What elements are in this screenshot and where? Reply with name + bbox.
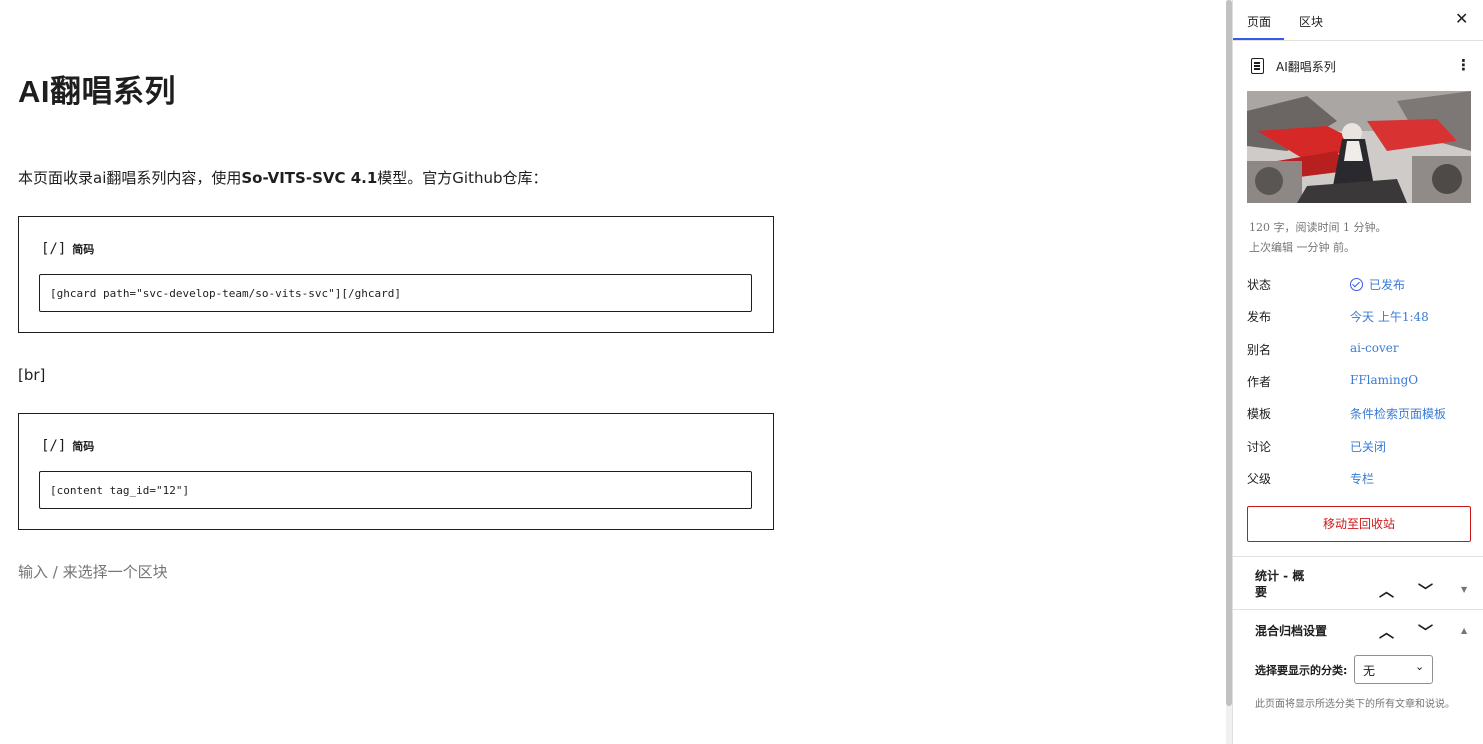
- br-paragraph[interactable]: [br]: [18, 366, 45, 384]
- shortcode-label: 简码: [72, 440, 95, 453]
- shortcode-icon: [/]: [41, 438, 67, 454]
- shortcode-input[interactable]: [content tag_id="12"]: [39, 471, 752, 509]
- archive-panel-title[interactable]: 混合归档设置: [1255, 623, 1327, 639]
- discussion-link[interactable]: 已关闭: [1350, 438, 1386, 455]
- page-title[interactable]: AI翻唱系列: [18, 66, 176, 111]
- move-down-icon[interactable]: ﹀: [1418, 621, 1433, 642]
- published-check-icon: [1350, 278, 1363, 291]
- intro-text-bold: So-VITS-SVC 4.1: [241, 169, 378, 187]
- status-label: 状态: [1247, 278, 1272, 292]
- move-down-icon[interactable]: ﹀: [1418, 580, 1433, 601]
- stats-panel-title[interactable]: 统计 - 概要: [1255, 568, 1315, 600]
- status-text: 已发布: [1369, 278, 1406, 292]
- active-tab-indicator: [1233, 38, 1284, 40]
- author-label: 作者: [1247, 375, 1272, 389]
- category-select[interactable]: 无 ⌄: [1354, 655, 1433, 684]
- panel-divider: [1233, 609, 1483, 610]
- parent-link[interactable]: 专栏: [1350, 470, 1374, 487]
- block-appender-placeholder[interactable]: 输入 / 来选择一个区块: [18, 561, 168, 582]
- tab-block[interactable]: 区块: [1299, 13, 1323, 30]
- featured-image[interactable]: [1247, 91, 1471, 203]
- page-icon: [1251, 58, 1264, 74]
- shortcode-icon: [/]: [41, 241, 67, 257]
- move-up-icon[interactable]: ︿: [1379, 580, 1394, 601]
- intro-text-suffix: 模型。官方Github仓库：: [377, 169, 548, 187]
- collapse-icon[interactable]: ▲: [1461, 626, 1467, 635]
- expand-icon[interactable]: ▼: [1461, 585, 1467, 594]
- panel-divider: [1233, 556, 1483, 557]
- author-link[interactable]: FFlamingO: [1350, 373, 1418, 387]
- category-select-label: 选择要显示的分类:: [1255, 664, 1348, 677]
- featured-image-art: [1247, 91, 1471, 203]
- shortcode-header: [/] 简码: [41, 438, 94, 454]
- discussion-label: 讨论: [1247, 440, 1272, 454]
- shortcode-block-1[interactable]: [/] 简码 [ghcard path="svc-develop-team/so…: [18, 216, 774, 333]
- shortcode-header: [/] 简码: [41, 241, 94, 257]
- reading-time: 120 字，阅读时间 1 分钟。: [1249, 221, 1387, 234]
- intro-text-prefix: 本页面收录ai翻唱系列内容，使用: [18, 169, 242, 187]
- category-help-text: 此页面将显示所选分类下的所有文章和说说。: [1255, 699, 1455, 710]
- more-options-icon[interactable]: ⋮: [1456, 56, 1471, 74]
- close-icon[interactable]: ✕: [1455, 9, 1468, 28]
- sidebar-tabs: 页面 区块 ✕: [1233, 0, 1483, 41]
- slug-label: 别名: [1247, 343, 1272, 357]
- parent-label: 父级: [1247, 472, 1272, 486]
- shortcode-input[interactable]: [ghcard path="svc-develop-team/so-vits-s…: [39, 274, 752, 312]
- document-title: AI翻唱系列: [1276, 60, 1336, 74]
- shortcode-block-2[interactable]: [/] 简码 [content tag_id="12"]: [18, 413, 774, 530]
- template-label: 模板: [1247, 407, 1272, 421]
- chevron-down-icon: ⌄: [1415, 660, 1425, 673]
- move-to-trash-button[interactable]: 移动至回收站: [1247, 506, 1471, 542]
- tab-page[interactable]: 页面: [1247, 13, 1271, 30]
- slug-link[interactable]: ai-cover: [1350, 341, 1399, 355]
- publish-label: 发布: [1247, 310, 1272, 324]
- intro-paragraph[interactable]: 本页面收录ai翻唱系列内容，使用So-VITS-SVC 4.1模型。官方Gith…: [18, 167, 548, 188]
- status-value[interactable]: 已发布: [1350, 276, 1405, 293]
- last-edited: 上次编辑 一分钟 前。: [1249, 241, 1355, 254]
- publish-date-link[interactable]: 今天 上午1:48: [1350, 308, 1429, 325]
- document-summary: AI翻唱系列 ⋮: [1251, 56, 1476, 77]
- category-select-value: 无: [1363, 664, 1376, 678]
- shortcode-label: 简码: [72, 243, 95, 256]
- settings-sidebar: 页面 区块 ✕ AI翻唱系列 ⋮ 120 字，阅读时间 1 分钟。 上次编辑 一…: [1232, 0, 1483, 744]
- editor-canvas: AI翻唱系列 本页面收录ai翻唱系列内容，使用So-VITS-SVC 4.1模型…: [0, 0, 1226, 744]
- template-link[interactable]: 条件检索页面模板: [1350, 405, 1446, 422]
- move-up-icon[interactable]: ︿: [1379, 621, 1394, 642]
